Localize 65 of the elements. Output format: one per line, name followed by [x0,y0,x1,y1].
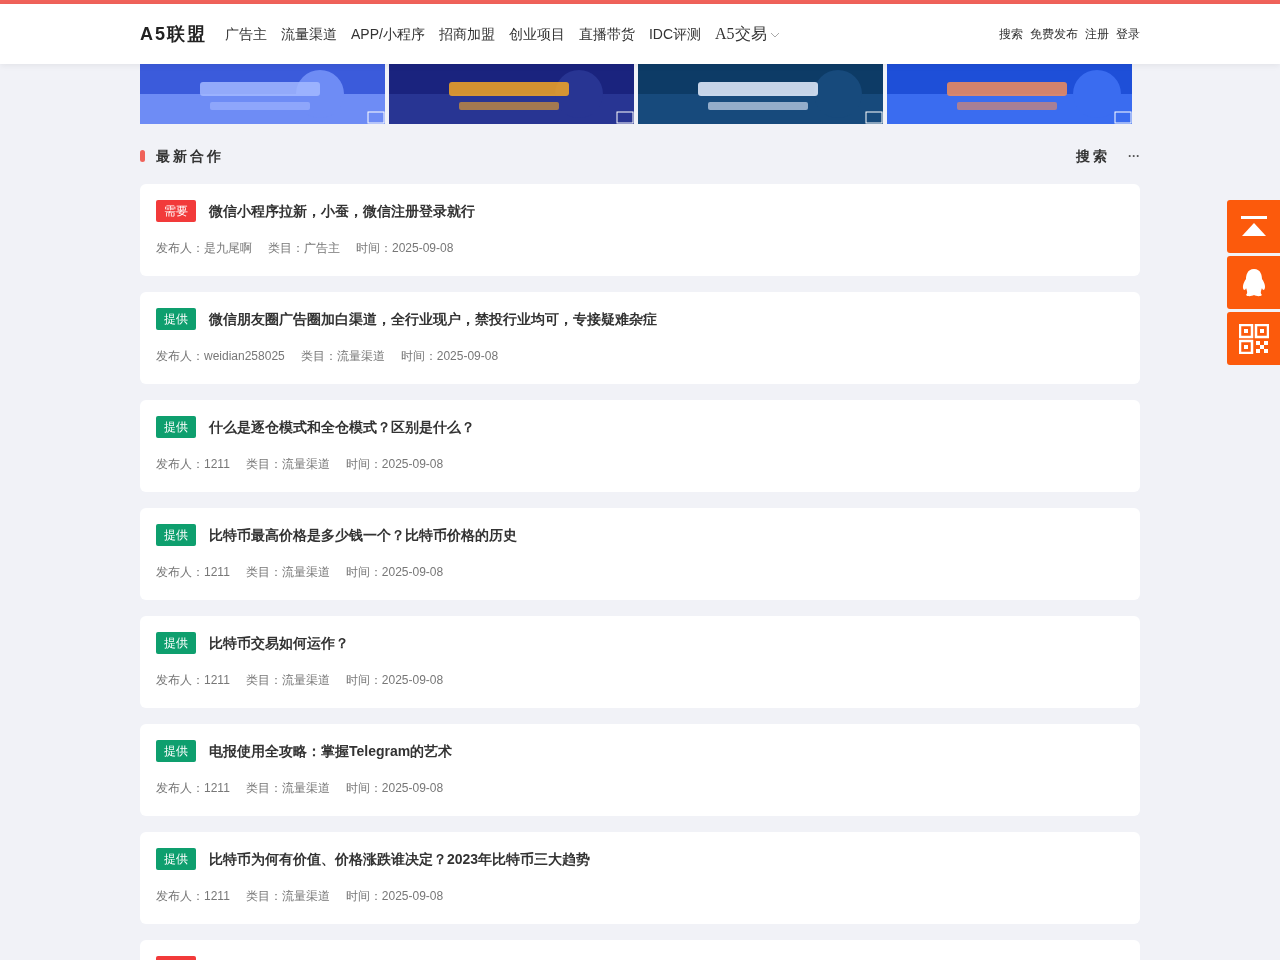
post-category: 类目：流量渠道 [245,672,330,689]
post-card[interactable]: 提供 电报使用全攻略：掌握Telegram的艺术 发布人：1211 类目：流量渠道 时间：2025-09-08 [140,724,1140,816]
post-time: 时间：2025-09-08 [356,240,454,257]
post-tag: 提供 [156,308,196,330]
post-title[interactable]: 什么是逐仓模式和全仓模式？区别是什么？ [209,416,475,438]
post-publisher: 发布人：1211 [156,672,230,689]
post-tag: 提供 [156,848,196,870]
post-card[interactable]: 提供 比特币为何有价值、价格涨跌谁决定？2023年比特币三大趋势 发布人：1211 类目：流量渠道 时间：2025-09-08 [140,832,1140,924]
nav-link[interactable]: 广告主 [225,23,267,45]
more-link[interactable]: ··· [1128,147,1140,165]
side-button[interactable] [1227,312,1280,365]
nav-link[interactable]: A5交易 [715,22,780,46]
post-time: 时间：2025-09-08 [345,780,444,797]
post-category: 类目：流量渠道 [245,780,330,797]
post-title[interactable]: 比特币最高价格是多少钱一个？比特币价格的历史 [209,524,517,546]
nav-link[interactable]: 直播带货 [578,23,635,45]
post-publisher: 发布人：1211 [156,780,230,797]
penguin-icon [1240,267,1267,298]
post-category: 类目：流量渠道 [245,564,330,581]
header-link[interactable]: 免费发布 [1030,25,1078,43]
side-button[interactable] [1227,200,1280,253]
post-tag: 提供 [156,416,196,438]
post-title[interactable]: 比特币交易如何运作？ [209,632,349,654]
post-title[interactable]: 微信朋友圈广告圈加白渠道，全行业现户，禁投行业均可，专接疑难杂症 [209,308,657,330]
nav-link[interactable]: IDC评测 [648,23,702,45]
nav-link[interactable]: APP/小程序 [351,23,425,45]
post-title[interactable]: 微信小程序拉新，小蚕，微信注册登录就行 [209,200,475,222]
post-tag: 提供 [156,632,196,654]
post-card[interactable]: 提供 什么是逐仓模式和全仓模式？区别是什么？ 发布人：1211 类目：流量渠道 时间：2025-09-08 [140,400,1140,492]
header-link[interactable]: 搜索 [999,25,1023,43]
post-category: 类目：流量渠道 [300,348,385,365]
post-card[interactable]: 提供 微信朋友圈广告圈加白渠道，全行业现户，禁投行业均可，专接疑难杂症 发布人：weidian258025 类目：流量渠道 时间：2025-09-08 [140,292,1140,384]
post-publisher: 发布人：是九尾啊 [156,240,252,257]
post-category: 类目：流量渠道 [245,456,330,473]
post-tag: 提供 [156,740,196,762]
search-link[interactable]: 搜索 [1076,145,1110,167]
post-category: 类目：流量渠道 [245,888,330,905]
post-time: 时间：2025-09-08 [345,564,444,581]
back-to-top-icon [1240,215,1267,238]
nav-link[interactable]: 创业项目 [508,23,565,45]
header-link[interactable]: 注册 [1085,25,1109,43]
post-publisher: 发布人：1211 [156,564,230,581]
post-title[interactable]: 比特币为何有价值、价格涨跌谁决定？2023年比特币三大趋势 [209,848,591,870]
post-tag: 需要 [156,200,196,222]
post-tag: 提供 [156,524,196,546]
qr-code-icon [1238,323,1269,354]
post-publisher: 发布人：1211 [156,888,230,905]
post-publisher: 发布人：weidian258025 [156,348,285,365]
post-title[interactable]: 电报使用全攻略：掌握Telegram的艺术 [209,740,453,762]
post-card[interactable]: 提供 比特币交易如何运作？ 发布人：1211 类目：流量渠道 时间：2025-09-08 [140,616,1140,708]
section-marker [140,150,145,162]
post-card[interactable]: 需要 微信小程序拉新，小蚕，微信注册登录就行 发布人：是九尾啊 类目：广告主 时间：2025-09-08 [140,184,1140,276]
post-time: 时间：2025-09-08 [345,456,444,473]
post-card[interactable]: 提供 比特币最高价格是多少钱一个？比特币价格的历史 发布人：1211 类目：流量渠道 时间：2025-09-08 [140,508,1140,600]
header-link[interactable]: 登录 [1116,25,1140,43]
post-time: 时间：2025-09-08 [345,888,444,905]
site-logo[interactable]: A5联盟 [140,20,207,48]
nav-link[interactable]: 流量渠道 [281,23,337,45]
post-category: 类目：广告主 [268,240,340,257]
side-button[interactable] [1227,256,1280,309]
post-time: 时间：2025-09-08 [400,348,499,365]
section-title: 最新合作 [156,146,224,166]
post-time: 时间：2025-09-08 [345,672,444,689]
post-publisher: 发布人：1211 [156,456,230,473]
nav-link[interactable]: 招商加盟 [438,23,495,45]
